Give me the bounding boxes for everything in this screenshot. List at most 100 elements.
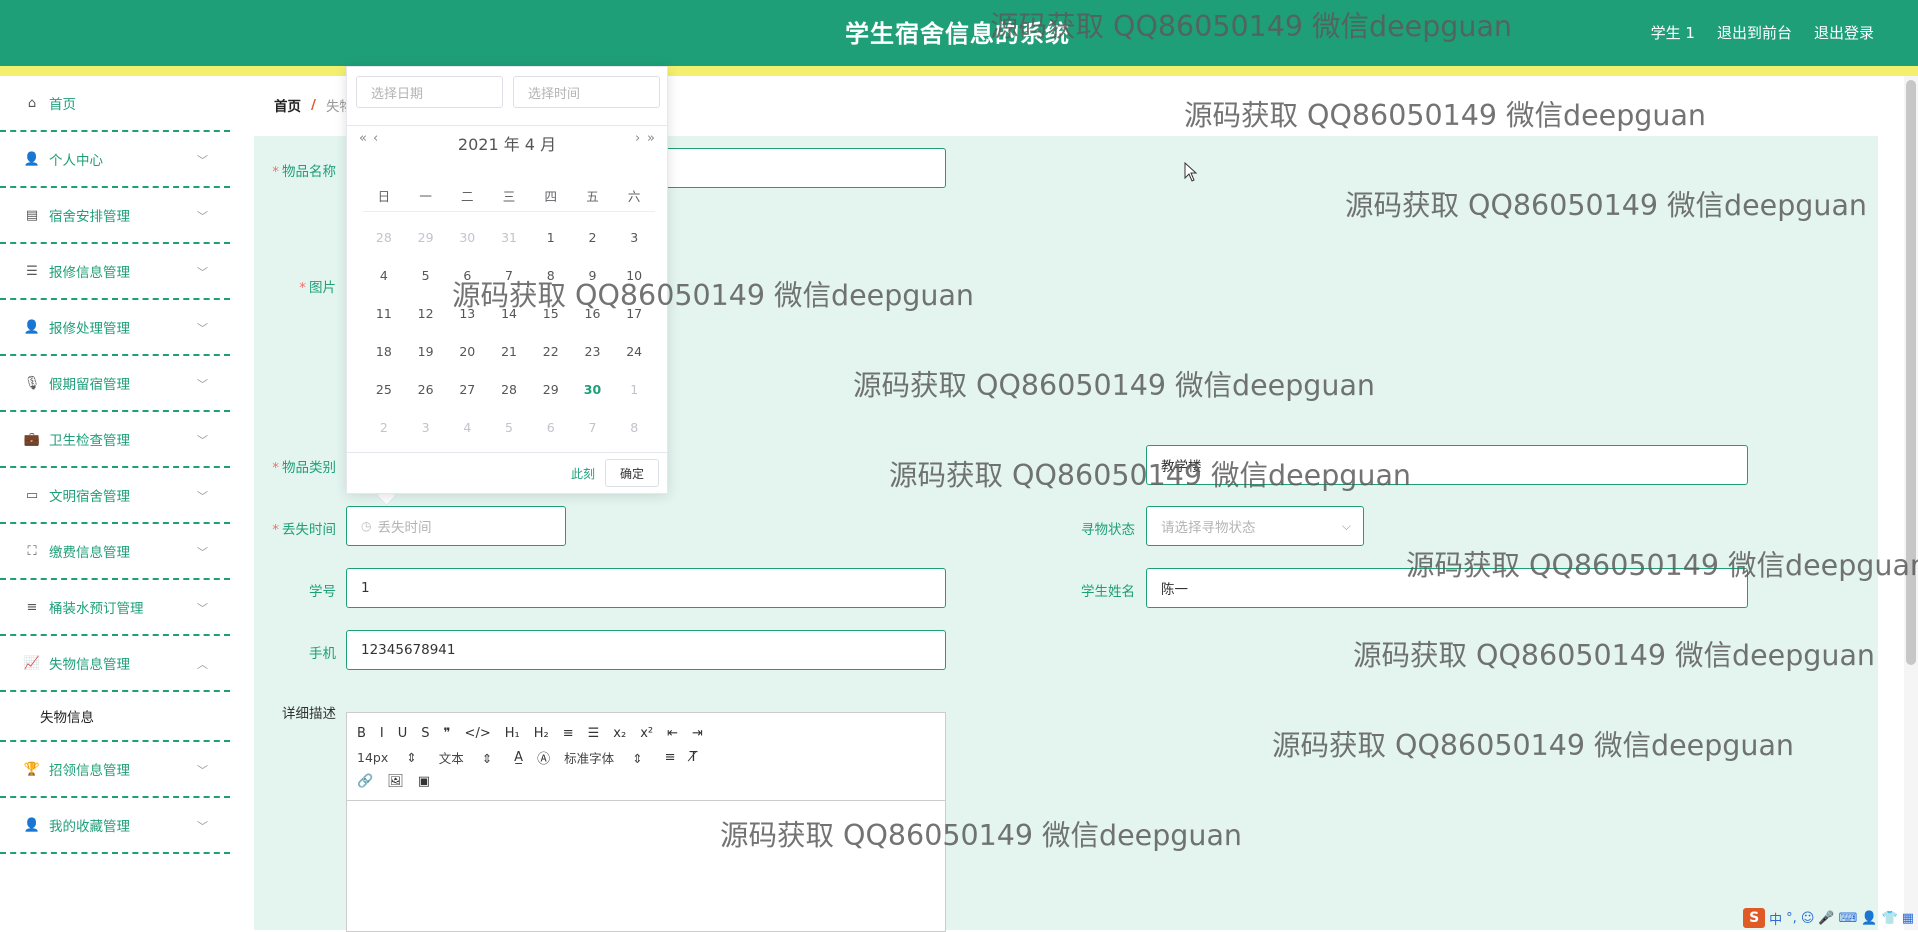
calendar-day[interactable]: 28 xyxy=(363,230,405,245)
grid-icon[interactable]: ▦ xyxy=(1902,911,1914,926)
image-icon[interactable]: 🖼 xyxy=(387,774,404,789)
calendar-day[interactable]: 24 xyxy=(613,344,655,359)
calendar-day[interactable]: 21 xyxy=(488,344,530,359)
text-color-icon[interactable]: A̲ xyxy=(514,750,523,765)
punctuation-icon[interactable]: °, xyxy=(1786,911,1797,926)
superscript-icon[interactable]: x² xyxy=(640,726,653,741)
calendar-day[interactable]: 26 xyxy=(405,382,447,397)
sidebar-item[interactable]: 👤 我的收藏管理 ﹀ xyxy=(0,798,230,854)
bullet-list-icon[interactable]: ☰ xyxy=(588,726,600,741)
align-icon[interactable]: ≡ xyxy=(665,750,676,765)
heading2-icon[interactable]: H₂ xyxy=(534,726,549,741)
sidebar-item[interactable]: ☰ 报修信息管理 ﹀ xyxy=(0,244,230,300)
calendar-day[interactable]: 1 xyxy=(613,382,655,397)
quote-icon[interactable]: ❞ xyxy=(444,726,451,741)
sidebar-item[interactable]: 📈 失物信息管理 ︿ xyxy=(0,636,230,692)
block-type-select[interactable]: 文本 ⇕ xyxy=(439,748,492,767)
sidebar-item-label: 缴费信息管理 xyxy=(49,545,130,561)
font-size-select[interactable]: 14px ⇕ xyxy=(357,750,417,765)
phone-input[interactable]: 12345678941 xyxy=(346,630,946,670)
calendar-day[interactable]: 23 xyxy=(572,344,614,359)
link-icon[interactable]: 🔗 xyxy=(357,774,373,789)
outdent-icon[interactable]: ⇤ xyxy=(667,726,678,741)
calendar-day[interactable]: 30 xyxy=(446,230,488,245)
calendar-day-today[interactable]: 30 xyxy=(572,382,614,397)
calendar-day[interactable]: 29 xyxy=(405,230,447,245)
clear-format-icon[interactable]: T̸ xyxy=(689,750,697,765)
calendar-day[interactable]: 5 xyxy=(405,268,447,283)
calendar-day[interactable]: 25 xyxy=(363,382,405,397)
calendar-day[interactable]: 11 xyxy=(363,306,405,321)
calendar-day[interactable]: 19 xyxy=(405,344,447,359)
calendar-day[interactable]: 29 xyxy=(530,382,572,397)
background-color-icon[interactable]: Ⓐ xyxy=(537,748,550,767)
next-month-icon[interactable]: › xyxy=(635,131,640,146)
item-name-label: * 物品名称 xyxy=(272,164,336,180)
heading1-icon[interactable]: H₁ xyxy=(505,726,520,741)
calendar-day[interactable]: 4 xyxy=(363,268,405,283)
next-year-icon[interactable]: » xyxy=(647,131,655,146)
current-user-link[interactable]: 学生 1 xyxy=(1651,22,1695,43)
code-icon[interactable]: </> xyxy=(465,726,491,741)
calendar-day[interactable]: 27 xyxy=(446,382,488,397)
video-icon[interactable]: ▣ xyxy=(418,774,430,789)
sliders-icon: ☰ xyxy=(26,263,38,279)
keyboard-icon[interactable]: ⌨ xyxy=(1839,911,1858,926)
breadcrumb-home[interactable]: 首页 xyxy=(274,95,301,115)
calendar-day[interactable]: 4 xyxy=(446,420,488,435)
confirm-button[interactable]: 确定 xyxy=(605,459,659,487)
sidebar-item[interactable]: 🎙 假期留宿管理 ﹀ xyxy=(0,356,230,412)
sidebar-item[interactable]: 💼 卫生检查管理 ﹀ xyxy=(0,412,230,468)
calendar-day[interactable]: 28 xyxy=(488,382,530,397)
breadcrumb-separator: / xyxy=(311,97,316,113)
calendar-day[interactable]: 7 xyxy=(572,420,614,435)
sidebar-item[interactable]: ▭ 文明宿舍管理 ﹀ xyxy=(0,468,230,524)
sidebar-item[interactable]: ⛶ 缴费信息管理 ﹀ xyxy=(0,524,230,580)
sidebar-item[interactable]: 👤 报修处理管理 ﹀ xyxy=(0,300,230,356)
voice-icon[interactable]: 🎤 xyxy=(1818,911,1834,926)
calendar-day[interactable]: 31 xyxy=(488,230,530,245)
subscript-icon[interactable]: x₂ xyxy=(613,726,626,741)
exit-to-frontend-link[interactable]: 退出到前台 xyxy=(1717,22,1792,43)
chinese-mode-icon[interactable]: 中 xyxy=(1769,909,1782,928)
picker-date-input[interactable]: 选择日期 xyxy=(356,76,503,108)
calendar-day[interactable]: 2 xyxy=(572,230,614,245)
ordered-list-icon[interactable]: ≡ xyxy=(563,726,574,741)
picker-time-input[interactable]: 选择时间 xyxy=(513,76,660,108)
calendar-day[interactable]: 8 xyxy=(613,420,655,435)
sidebar-item[interactable]: ⌂ 首页 xyxy=(0,76,230,132)
calendar-day[interactable]: 18 xyxy=(363,344,405,359)
mouse-cursor-icon xyxy=(1184,162,1198,182)
sidebar-subitem[interactable]: 失物信息 xyxy=(0,692,230,742)
status-select[interactable]: 请选择寻物状态 ⌵ xyxy=(1146,506,1364,546)
sogou-ime-icon[interactable]: S xyxy=(1743,908,1766,928)
sidebar-item[interactable]: 🏆 招领信息管理 ﹀ xyxy=(0,742,230,798)
skin-icon[interactable]: 👕 xyxy=(1882,911,1898,926)
logout-link[interactable]: 退出登录 xyxy=(1814,22,1874,43)
indent-icon[interactable]: ⇥ xyxy=(692,726,703,741)
calendar-day[interactable]: 22 xyxy=(530,344,572,359)
weekday-label: 五 xyxy=(586,188,599,204)
calendar-day[interactable]: 1 xyxy=(530,230,572,245)
sidebar-item[interactable]: 👤 个人中心 ﹀ xyxy=(0,132,230,188)
calendar-day[interactable]: 2 xyxy=(363,420,405,435)
calendar-day[interactable]: 6 xyxy=(530,420,572,435)
font-family-select[interactable]: 标准字体 ⇕ xyxy=(564,748,642,767)
sidebar-item[interactable]: ▤ 宿舍安排管理 ﹀ xyxy=(0,188,230,244)
chart-icon: 📈 xyxy=(23,655,41,671)
bold-icon[interactable]: B xyxy=(357,726,366,741)
lost-time-input[interactable]: ◷ 丢失时间 xyxy=(346,506,566,546)
emoji-icon[interactable]: ☺ xyxy=(1801,911,1815,926)
sidebar-item[interactable]: ≡ 桶装水预订管理 ﹀ xyxy=(0,580,230,636)
now-button[interactable]: 此刻 xyxy=(571,465,595,482)
strikethrough-icon[interactable]: S xyxy=(421,726,429,741)
student-no-input[interactable]: 1 xyxy=(346,568,946,608)
calendar-day[interactable]: 5 xyxy=(488,420,530,435)
italic-icon[interactable]: I xyxy=(380,726,384,741)
calendar-day[interactable]: 3 xyxy=(405,420,447,435)
calendar-day[interactable]: 12 xyxy=(405,306,447,321)
calendar-day[interactable]: 20 xyxy=(446,344,488,359)
user-icon[interactable]: 👤 xyxy=(1861,911,1877,926)
underline-icon[interactable]: U xyxy=(398,726,408,741)
calendar-day[interactable]: 3 xyxy=(613,230,655,245)
